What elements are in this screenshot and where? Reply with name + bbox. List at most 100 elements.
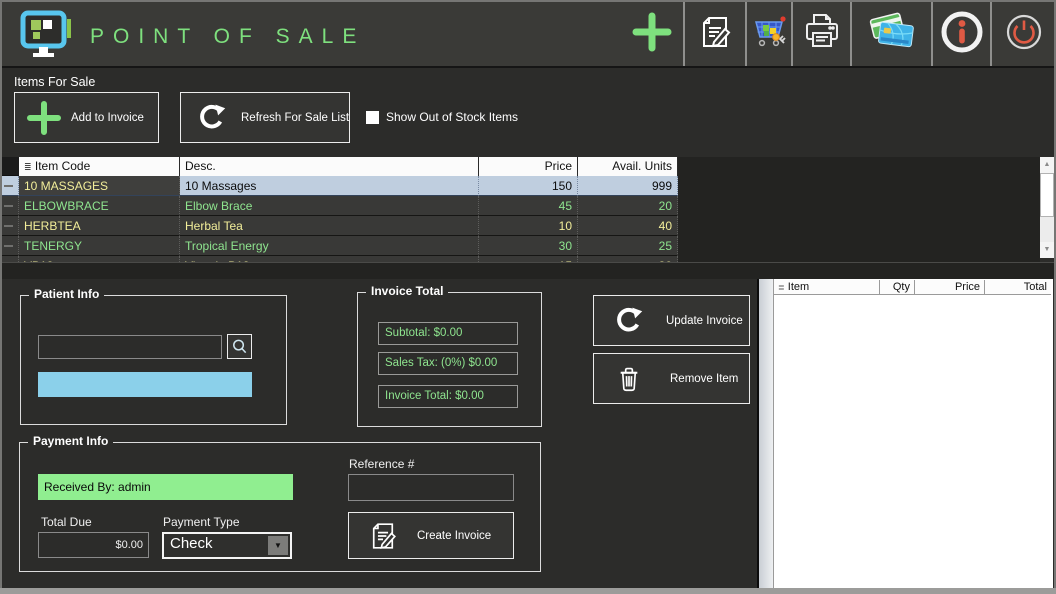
patient-name-bar	[38, 372, 252, 397]
patient-search-input[interactable]	[38, 335, 222, 359]
app-logo-monitor-icon	[20, 10, 74, 67]
sales-tax-value: Sales Tax: (0%) $0.00	[378, 352, 518, 375]
header-bar: POINT OF SALE	[2, 2, 1054, 68]
cell-price[interactable]: 45	[479, 196, 578, 216]
row-header-cell[interactable]	[2, 196, 19, 216]
plus-icon	[27, 101, 61, 135]
invoice-row-header-strip	[759, 279, 774, 588]
remove-item-button[interactable]: Remove Item	[593, 353, 750, 404]
patient-info-title: Patient Info	[29, 287, 104, 301]
cell-item-code[interactable]: 10 MASSAGES	[19, 176, 180, 196]
refresh-icon	[612, 305, 644, 337]
patient-search-button[interactable]	[227, 334, 252, 359]
printer-icon	[801, 11, 843, 58]
table-row[interactable]: 10 MASSAGES 10 Massages 150 999	[2, 176, 678, 196]
refresh-icon	[195, 102, 227, 134]
payment-info-groupbox: Payment Info Received By: admin Referenc…	[19, 442, 541, 572]
patient-info-groupbox: Patient Info	[20, 295, 287, 425]
add-button[interactable]	[621, 2, 683, 66]
column-header-avail-units[interactable]: Avail. Units	[578, 157, 678, 176]
table-row[interactable]: ELBOWBRACE Elbow Brace 45 20	[2, 196, 678, 216]
items-for-sale-grid: ≣ Item Code Desc. Price Avail. Units 10 …	[2, 157, 1040, 262]
cell-units[interactable]: 25	[578, 236, 678, 256]
payment-cards-button[interactable]	[852, 2, 931, 66]
row-header-cell[interactable]	[2, 176, 19, 196]
info-button[interactable]	[933, 2, 990, 66]
info-icon	[939, 9, 985, 60]
cell-item-code[interactable]: TENERGY	[19, 236, 180, 256]
cell-price[interactable]: 10	[479, 216, 578, 236]
cell-desc[interactable]: 10 Massages	[180, 176, 479, 196]
update-invoice-button[interactable]: Update Invoice	[593, 295, 750, 346]
add-icon	[631, 11, 673, 58]
column-header-item-code[interactable]: ≣ Item Code	[19, 157, 180, 176]
grid-corner-cell	[2, 157, 19, 176]
payment-type-label: Payment Type	[163, 515, 240, 529]
create-invoice-button[interactable]: Create Invoice	[348, 512, 514, 559]
edit-invoice-button[interactable]	[685, 2, 745, 66]
invoice-items-panel: ≣ Item Qty Price Total	[757, 279, 1053, 588]
add-to-invoice-button[interactable]: Add to Invoice	[14, 92, 159, 143]
row-header-cell[interactable]	[2, 236, 19, 256]
table-row[interactable]: HERBTEA Herbal Tea 10 40	[2, 216, 678, 236]
payment-cards-icon	[866, 10, 918, 59]
app-title: POINT OF SALE	[90, 25, 365, 49]
cell-desc[interactable]: Elbow Brace	[180, 196, 479, 216]
update-invoice-label: Update Invoice	[666, 315, 743, 327]
invoice-total-groupbox: Invoice Total Subtotal: $0.00 Sales Tax:…	[357, 292, 542, 427]
cell-units[interactable]: 20	[578, 196, 678, 216]
create-invoice-icon	[367, 520, 399, 552]
power-button[interactable]	[992, 2, 1056, 66]
remove-item-label: Remove Item	[670, 373, 738, 385]
search-icon	[230, 337, 249, 356]
chevron-down-icon[interactable]: ▼	[268, 536, 288, 555]
printer-button[interactable]	[793, 2, 850, 66]
invoice-panel-header-row: ≣ Item Qty Price Total	[774, 280, 1051, 295]
scroll-down-arrow-icon[interactable]: ▼	[1040, 242, 1054, 258]
invoice-column-item[interactable]: ≣ Item	[774, 280, 880, 294]
cell-item-code[interactable]: HERBTEA	[19, 216, 180, 236]
invoice-column-total[interactable]: Total	[985, 280, 1051, 294]
cell-price[interactable]: 30	[479, 236, 578, 256]
invoice-column-price[interactable]: Price	[915, 280, 985, 294]
cell-units[interactable]: 999	[578, 176, 678, 196]
payment-type-select[interactable]: Check ▼	[162, 532, 292, 559]
shopping-cart-button[interactable]	[747, 2, 791, 66]
reference-label: Reference #	[349, 457, 414, 471]
scroll-up-arrow-icon[interactable]: ▲	[1040, 157, 1054, 173]
edit-invoice-icon	[696, 13, 734, 56]
window-border	[0, 0, 2, 594]
column-header-price[interactable]: Price	[479, 157, 578, 176]
row-header-cell[interactable]	[2, 216, 19, 236]
scrollbar-thumb[interactable]	[1040, 173, 1054, 217]
show-out-of-stock-label: Show Out of Stock Items	[386, 110, 518, 124]
pos-window: POINT OF SALE	[0, 0, 1056, 594]
refresh-for-sale-list-button[interactable]: Refresh For Sale List	[180, 92, 350, 143]
total-due-field[interactable]: $0.00	[38, 532, 149, 558]
invoice-total-value: Invoice Total: $0.00	[378, 385, 518, 408]
show-out-of-stock-checkbox[interactable]	[366, 111, 379, 124]
received-by-bar: Received By: admin	[38, 474, 293, 500]
cell-desc[interactable]: Tropical Energy	[180, 236, 479, 256]
cell-price[interactable]: 150	[479, 176, 578, 196]
power-icon	[1002, 10, 1046, 59]
items-for-sale-title: Items For Sale	[14, 75, 95, 89]
column-header-desc[interactable]: Desc.	[180, 157, 479, 176]
total-due-label: Total Due	[41, 515, 92, 529]
reference-input[interactable]	[348, 474, 514, 501]
payment-info-title: Payment Info	[28, 434, 113, 448]
invoice-total-title: Invoice Total	[366, 284, 448, 298]
create-invoice-label: Create Invoice	[417, 530, 491, 542]
cell-units[interactable]: 40	[578, 216, 678, 236]
cell-item-code[interactable]: ELBOWBRACE	[19, 196, 180, 216]
invoice-column-qty[interactable]: Qty	[880, 280, 915, 294]
window-border	[0, 0, 1056, 2]
cell-desc[interactable]: Herbal Tea	[180, 216, 479, 236]
section-divider	[2, 262, 1054, 279]
refresh-label: Refresh For Sale List	[241, 112, 349, 124]
window-border	[0, 588, 1056, 594]
grid-vertical-scrollbar[interactable]: ▲ ▼	[1040, 157, 1054, 258]
trash-icon	[614, 364, 644, 394]
grid-header-row: ≣ Item Code Desc. Price Avail. Units	[2, 157, 678, 176]
table-row[interactable]: TENERGY Tropical Energy 30 25	[2, 236, 678, 256]
